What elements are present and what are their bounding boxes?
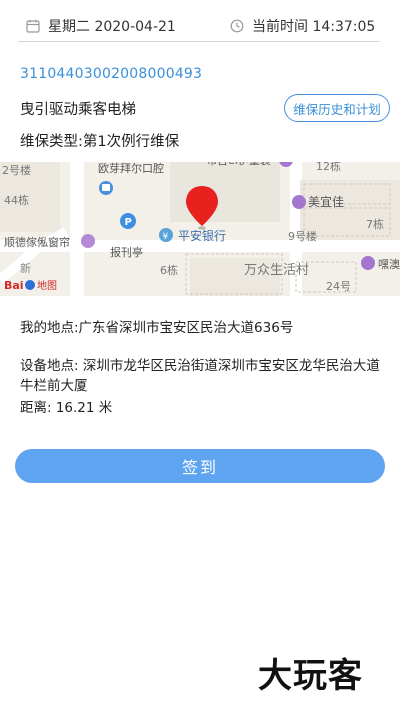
svg-text:新: 新 xyxy=(20,261,31,275)
map-canvas: P ¥ 2号楼 44栋 欧芽拜尔口腔 布吉ei伊童装 12栋 美宜佳 7栋 顺德… xyxy=(0,162,400,296)
svg-text:2号楼: 2号楼 xyxy=(2,163,31,177)
date-text: 星期二 2020-04-21 xyxy=(48,19,176,35)
date-time-bar: 星期二 2020-04-21 当前时间 14:37:05 xyxy=(18,10,380,42)
signin-button[interactable]: 签到 xyxy=(15,449,385,483)
location-map[interactable]: P ¥ 2号楼 44栋 欧芽拜尔口腔 布吉ei伊童装 12栋 美宜佳 7栋 顺德… xyxy=(0,162,400,296)
svg-text:地图: 地图 xyxy=(37,279,57,292)
svg-text:24号: 24号 xyxy=(326,280,351,293)
svg-text:7栋: 7栋 xyxy=(366,217,384,231)
svg-text:¥: ¥ xyxy=(163,232,169,242)
svg-text:平安银行: 平安银行 xyxy=(178,228,226,243)
date-display: 星期二 2020-04-21 xyxy=(26,16,176,36)
maintenance-history-button[interactable]: 维保历史和计划 xyxy=(284,94,390,122)
svg-text:P: P xyxy=(125,217,132,228)
svg-text:Bai: Bai xyxy=(4,279,24,292)
svg-text:顺德傢俬窗帘: 顺德傢俬窗帘 xyxy=(4,235,70,249)
svg-text:12栋: 12栋 xyxy=(316,162,341,173)
calendar-icon xyxy=(26,19,40,33)
svg-text:万众生活村: 万众生活村 xyxy=(244,263,309,278)
maintenance-type: 维保类型:第1次例行维保 xyxy=(20,134,180,150)
svg-text:嘿澳: 嘿澳 xyxy=(378,258,400,271)
time-display: 当前时间 14:37:05 xyxy=(230,16,375,36)
svg-text:欧芽拜尔口腔: 欧芽拜尔口腔 xyxy=(98,162,164,175)
svg-text:美宜佳: 美宜佳 xyxy=(308,194,344,209)
time-text: 当前时间 14:37:05 xyxy=(252,19,376,35)
svg-text:44栋: 44栋 xyxy=(4,193,29,207)
watermark-logo: 大玩客 xyxy=(258,656,363,696)
distance: 距离: 16.21 米 xyxy=(20,400,113,416)
svg-text:报刊亭: 报刊亭 xyxy=(110,245,143,259)
svg-text:9号楼: 9号楼 xyxy=(288,229,317,243)
svg-text:布吉ei伊童装: 布吉ei伊童装 xyxy=(206,162,271,167)
device-location: 设备地点: 深圳市龙华区民治街道深圳市宝安区龙华民治大道牛栏前大厦 xyxy=(20,358,380,394)
my-location: 我的地点:广东省深圳市宝安区民治大道636号 xyxy=(20,320,294,336)
equipment-code[interactable]: 31104403002008000493 xyxy=(20,66,202,82)
clock-icon xyxy=(230,19,244,33)
elevator-type: 曳引驱动乘客电梯 xyxy=(20,102,136,118)
svg-text:6栋: 6栋 xyxy=(160,263,178,277)
